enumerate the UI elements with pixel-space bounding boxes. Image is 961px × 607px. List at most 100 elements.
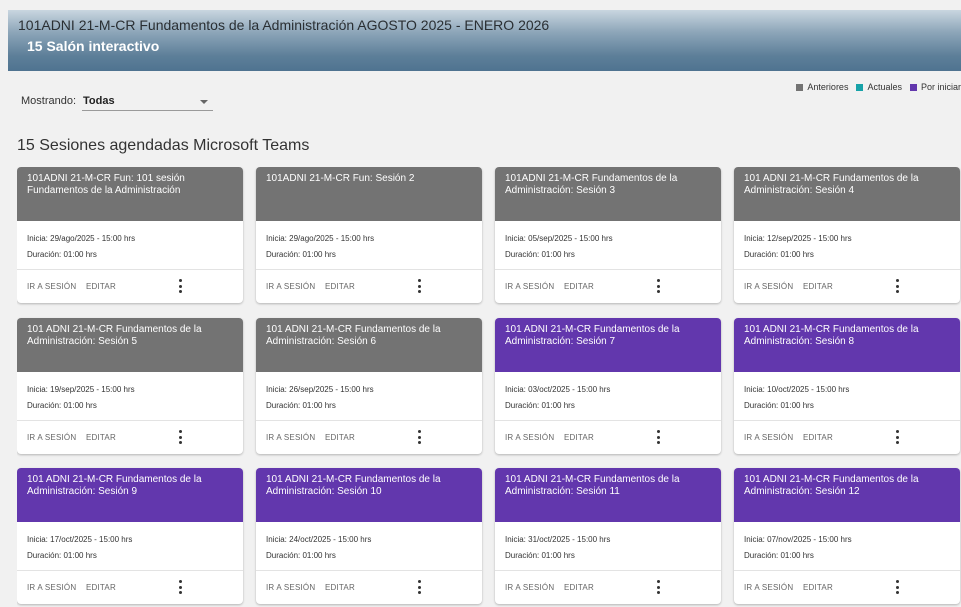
go-to-session-button[interactable]: IR A SESIÓN [505,583,554,592]
edit-session-button[interactable]: EDITAR [325,433,355,442]
more-vert-icon[interactable] [411,277,427,295]
session-card[interactable]: 101ADNI 21-M-CR Fundamentos de la Admini… [495,167,721,303]
session-duration: Duración: 01:00 hrs [27,250,97,259]
go-to-session-button[interactable]: IR A SESIÓN [27,282,76,291]
session-card[interactable]: 101 ADNI 21-M-CR Fundamentos de la Admin… [17,468,243,604]
session-duration: Duración: 01:00 hrs [744,401,814,410]
more-vert-icon[interactable] [650,277,666,295]
session-card[interactable]: 101ADNI 21-M-CR Fun: 101 sesión Fundamen… [17,167,243,303]
session-card[interactable]: 101 ADNI 21-M-CR Fundamentos de la Admin… [495,318,721,454]
status-legend: Anteriores Actuales Por iniciar [788,81,961,93]
more-vert-icon[interactable] [172,277,188,295]
more-vert-icon[interactable] [650,428,666,446]
legend-item-por-iniciar: Por iniciar [909,82,961,92]
session-title: 101ADNI 21-M-CR Fun: 101 sesión Fundamen… [17,167,243,221]
session-card[interactable]: 101 ADNI 21-M-CR Fundamentos de la Admin… [734,318,960,454]
session-card[interactable]: 101 ADNI 21-M-CR Fundamentos de la Admin… [256,468,482,604]
filter-select[interactable]: Todas [82,93,213,111]
edit-session-button[interactable]: EDITAR [564,282,594,291]
edit-session-button[interactable]: EDITAR [803,282,833,291]
session-card[interactable]: 101 ADNI 21-M-CR Fundamentos de la Admin… [734,468,960,604]
session-info: Inicia: 24/oct/2025 - 15:00 hrs Duración:… [256,522,482,571]
go-to-session-button[interactable]: IR A SESIÓN [505,282,554,291]
more-vert-icon[interactable] [172,578,188,596]
session-info: Inicia: 07/nov/2025 - 15:00 hrs Duración:… [734,522,960,571]
session-title: 101 ADNI 21-M-CR Fundamentos de la Admin… [734,318,960,372]
session-duration: Duración: 01:00 hrs [744,551,814,560]
room-title: 15 Salón interactivo [27,38,160,54]
session-info: Inicia: 31/oct/2025 - 15:00 hrs Duración:… [495,522,721,571]
edit-session-button[interactable]: EDITAR [86,282,116,291]
session-title: 101 ADNI 21-M-CR Fundamentos de la Admin… [17,318,243,372]
edit-session-button[interactable]: EDITAR [325,282,355,291]
edit-session-button[interactable]: EDITAR [564,583,594,592]
session-start: Inicia: 29/ago/2025 - 15:00 hrs [266,234,375,243]
go-to-session-button[interactable]: IR A SESIÓN [266,583,315,592]
session-actions: IR A SESIÓN EDITAR [495,571,721,604]
session-card[interactable]: 101 ADNI 21-M-CR Fundamentos de la Admin… [495,468,721,604]
session-start: Inicia: 07/nov/2025 - 15:00 hrs [744,535,852,544]
session-info: Inicia: 12/sep/2025 - 15:00 hrs Duración:… [734,221,960,270]
session-duration: Duración: 01:00 hrs [744,250,814,259]
course-header: 101ADNI 21-M-CR Fundamentos de la Admini… [8,10,961,71]
more-vert-icon[interactable] [889,277,905,295]
session-title: 101 ADNI 21-M-CR Fundamentos de la Admin… [495,318,721,372]
session-title: 101 ADNI 21-M-CR Fundamentos de la Admin… [495,468,721,522]
session-actions: IR A SESIÓN EDITAR [256,421,482,454]
go-to-session-button[interactable]: IR A SESIÓN [27,583,76,592]
chevron-down-icon [200,100,208,104]
filter-select-value: Todas [83,95,115,107]
legend-label-por-iniciar: Por iniciar [920,82,961,92]
more-vert-icon[interactable] [650,578,666,596]
go-to-session-button[interactable]: IR A SESIÓN [505,433,554,442]
session-start: Inicia: 19/sep/2025 - 15:00 hrs [27,385,135,394]
go-to-session-button[interactable]: IR A SESIÓN [744,433,793,442]
session-start: Inicia: 26/sep/2025 - 15:00 hrs [266,385,374,394]
go-to-session-button[interactable]: IR A SESIÓN [266,433,315,442]
session-title: 101ADNI 21-M-CR Fun: Sesión 2 [256,167,482,221]
edit-session-button[interactable]: EDITAR [86,583,116,592]
go-to-session-button[interactable]: IR A SESIÓN [744,583,793,592]
session-title: 101 ADNI 21-M-CR Fundamentos de la Admin… [734,468,960,522]
session-actions: IR A SESIÓN EDITAR [256,571,482,604]
session-duration: Duración: 01:00 hrs [266,551,336,560]
more-vert-icon[interactable] [411,428,427,446]
session-info: Inicia: 29/ago/2025 - 15:00 hrs Duración:… [256,221,482,270]
session-start: Inicia: 03/oct/2025 - 15:00 hrs [505,385,611,394]
session-card[interactable]: 101ADNI 21-M-CR Fun: Sesión 2 Inicia: 29/… [256,167,482,303]
session-start: Inicia: 29/ago/2025 - 15:00 hrs [27,234,136,243]
go-to-session-button[interactable]: IR A SESIÓN [27,433,76,442]
session-info: Inicia: 29/ago/2025 - 15:00 hrs Duración:… [17,221,243,270]
session-duration: Duración: 01:00 hrs [27,401,97,410]
session-card[interactable]: 101 ADNI 21-M-CR Fundamentos de la Admin… [734,167,960,303]
session-start: Inicia: 17/oct/2025 - 15:00 hrs [27,535,133,544]
more-vert-icon[interactable] [411,578,427,596]
go-to-session-button[interactable]: IR A SESIÓN [266,282,315,291]
session-card[interactable]: 101 ADNI 21-M-CR Fundamentos de la Admin… [256,318,482,454]
session-info: Inicia: 05/sep/2025 - 15:00 hrs Duración:… [495,221,721,270]
session-card[interactable]: 101 ADNI 21-M-CR Fundamentos de la Admin… [17,318,243,454]
edit-session-button[interactable]: EDITAR [564,433,594,442]
session-actions: IR A SESIÓN EDITAR [734,421,960,454]
session-actions: IR A SESIÓN EDITAR [17,270,243,303]
session-start: Inicia: 05/sep/2025 - 15:00 hrs [505,234,613,243]
edit-session-button[interactable]: EDITAR [325,583,355,592]
session-info: Inicia: 03/oct/2025 - 15:00 hrs Duración:… [495,372,721,421]
edit-session-button[interactable]: EDITAR [86,433,116,442]
edit-session-button[interactable]: EDITAR [803,583,833,592]
session-duration: Duración: 01:00 hrs [266,250,336,259]
session-actions: IR A SESIÓN EDITAR [734,270,960,303]
more-vert-icon[interactable] [889,428,905,446]
go-to-session-button[interactable]: IR A SESIÓN [744,282,793,291]
session-actions: IR A SESIÓN EDITAR [734,571,960,604]
session-title: 101ADNI 21-M-CR Fundamentos de la Admini… [495,167,721,221]
more-vert-icon[interactable] [172,428,188,446]
session-start: Inicia: 10/oct/2025 - 15:00 hrs [744,385,850,394]
session-start: Inicia: 31/oct/2025 - 15:00 hrs [505,535,611,544]
more-vert-icon[interactable] [889,578,905,596]
legend-item-actuales: Actuales [856,82,902,92]
legend-item-anteriores: Anteriores [796,82,848,92]
filter-label: Mostrando: [21,95,77,107]
edit-session-button[interactable]: EDITAR [803,433,833,442]
session-info: Inicia: 19/sep/2025 - 15:00 hrs Duración:… [17,372,243,421]
